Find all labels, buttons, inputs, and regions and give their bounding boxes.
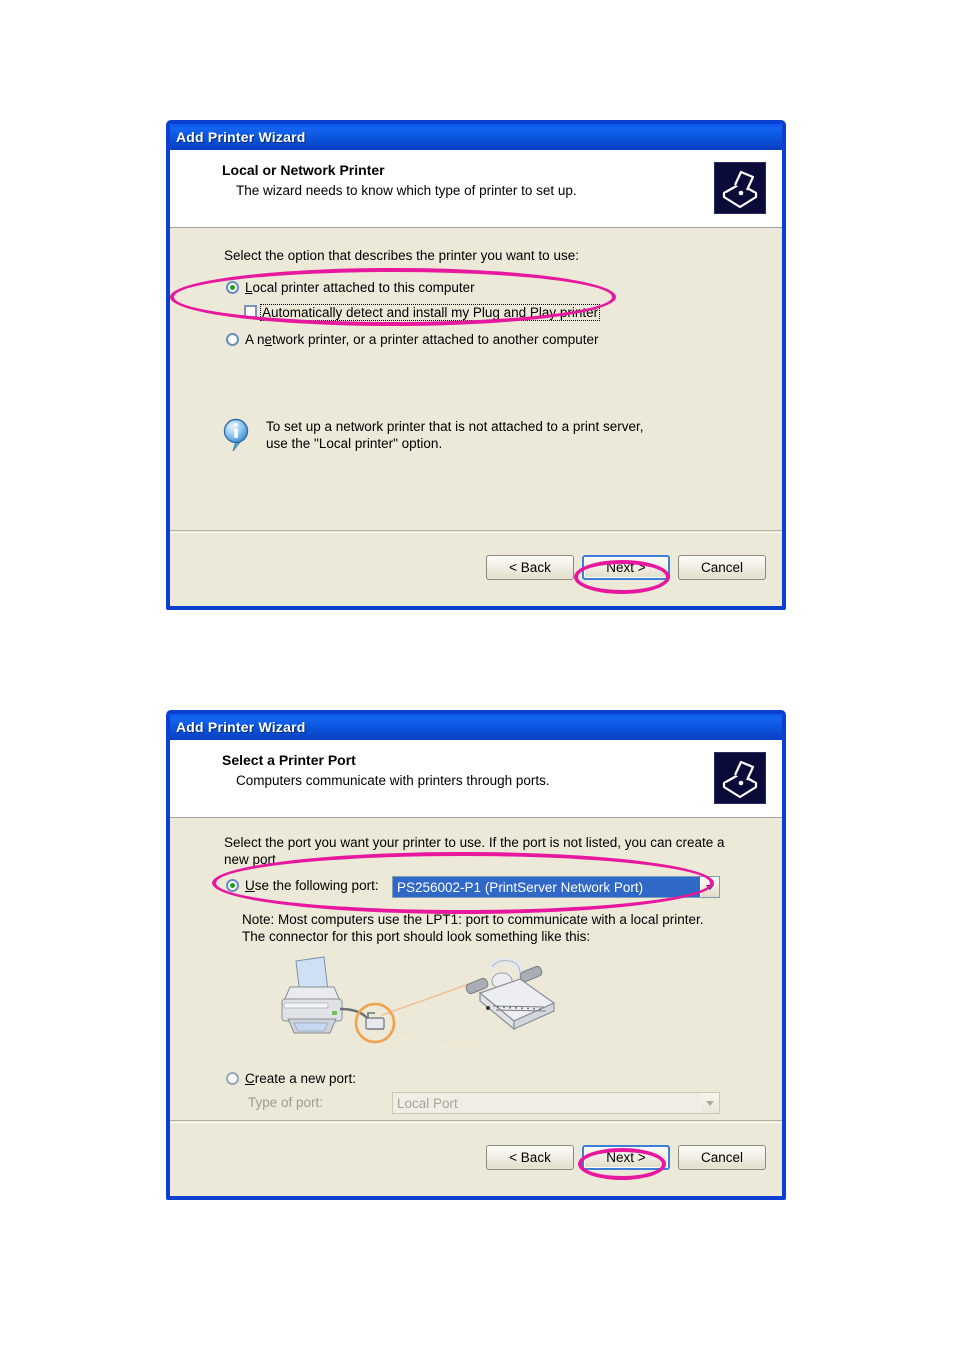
type-of-port-select: Local Port <box>392 1092 720 1114</box>
page-title: Select a Printer Port <box>222 752 356 768</box>
radio-create-new-port-label: Create a new port: <box>245 1071 357 1086</box>
dialog-titlebar: Add Printer Wizard <box>170 714 782 740</box>
info-note-text: To set up a network printer that is not … <box>266 418 643 452</box>
printer-icon <box>714 162 766 214</box>
dialog-header: Select a Printer Port Computers communic… <box>170 740 782 818</box>
dialog-body: Select the port you want your printer to… <box>170 818 782 1120</box>
cancel-button[interactable]: Cancel <box>678 555 766 580</box>
radio-local-printer-label: Local printer attached to this computer <box>245 280 475 295</box>
port-select[interactable]: PS256002-P1 (PrintServer Network Port) <box>392 876 720 898</box>
radio-local-printer[interactable]: Local printer attached to this computer <box>226 280 475 295</box>
page-title: Local or Network Printer <box>222 162 385 178</box>
info-note: To set up a network printer that is not … <box>222 418 643 452</box>
chevron-down-icon <box>700 1093 719 1113</box>
cancel-button[interactable]: Cancel <box>678 1145 766 1170</box>
info-line-1: To set up a network printer that is not … <box>266 419 644 434</box>
next-button[interactable]: Next > <box>582 555 670 580</box>
dialog-titlebar: Add Printer Wizard <box>170 124 782 150</box>
page-subtitle: The wizard needs to know which type of p… <box>236 183 577 198</box>
dialog-title: Add Printer Wizard <box>176 719 306 735</box>
add-printer-wizard-dialog-select-port: Add Printer Wizard Select a Printer Port… <box>166 710 786 1200</box>
checkbox-indicator <box>244 305 257 318</box>
back-button[interactable]: < Back <box>486 1145 574 1170</box>
dialog-header: Local or Network Printer The wizard need… <box>170 150 782 228</box>
page-subtitle: Computers communicate with printers thro… <box>236 773 550 788</box>
dialog-title: Add Printer Wizard <box>176 129 306 145</box>
type-of-port-label: Type of port: <box>248 1095 324 1110</box>
radio-network-printer[interactable]: A network printer, or a printer attached… <box>226 332 598 347</box>
radio-indicator <box>226 281 239 294</box>
printer-icon <box>714 752 766 804</box>
note-line-1: Note: Most computers use the LPT1: port … <box>242 912 704 927</box>
radio-create-new-port[interactable]: Create a new port: <box>226 1071 356 1086</box>
radio-use-following-port[interactable]: Use the following port: <box>226 878 379 893</box>
instruction-line-2: new port. <box>224 852 280 867</box>
port-select-value: PS256002-P1 (PrintServer Network Port) <box>393 877 700 897</box>
next-button[interactable]: Next > <box>582 1145 670 1170</box>
checkbox-auto-detect[interactable]: Automatically detect and install my Plug… <box>244 304 601 321</box>
radio-network-printer-label: A network printer, or a printer attached… <box>245 332 599 347</box>
checkbox-auto-detect-label: Automatically detect and install my Plug… <box>260 304 601 321</box>
dialog-footer: < Back Next > Cancel <box>170 1120 782 1196</box>
instruction-text: Select the option that describes the pri… <box>224 248 579 263</box>
dialog-footer: < Back Next > Cancel <box>170 530 782 606</box>
printer-and-parallel-connector-illustration <box>262 953 582 1068</box>
radio-use-following-port-label: Use the following port: <box>245 878 379 893</box>
instruction-line-1: Select the port you want your printer to… <box>224 835 725 850</box>
radio-indicator <box>226 333 239 346</box>
note-line-2: The connector for this port should look … <box>242 929 591 944</box>
dialog-body: Select the option that describes the pri… <box>170 228 782 530</box>
type-of-port-value: Local Port <box>393 1093 700 1113</box>
add-printer-wizard-dialog-local-or-network: Add Printer Wizard Local or Network Prin… <box>166 120 786 610</box>
radio-indicator <box>226 879 239 892</box>
info-line-2: use the "Local printer" option. <box>266 436 443 451</box>
info-icon <box>222 418 252 452</box>
chevron-down-icon[interactable] <box>700 877 719 897</box>
radio-indicator <box>226 1072 239 1085</box>
back-button[interactable]: < Back <box>486 555 574 580</box>
